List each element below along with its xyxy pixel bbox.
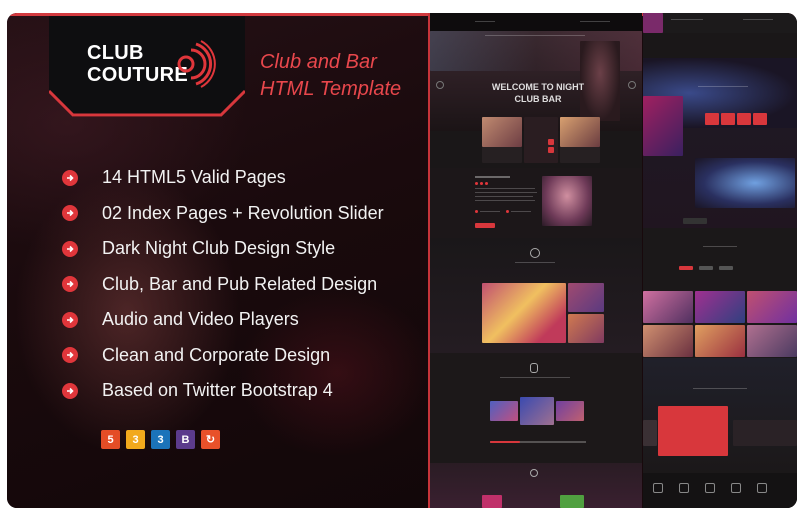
preview-testimonials (643, 358, 797, 473)
html5-icon: 5 (101, 430, 120, 449)
arrow-circle-icon (62, 382, 78, 399)
preview-hero: WELCOME TO NIGHT CLUB BAR (430, 31, 642, 131)
preview-club-gallery (643, 228, 797, 358)
tagline: Club and Bar HTML Template (260, 49, 420, 103)
logo-swirl-icon (177, 40, 216, 88)
preview-music (430, 353, 642, 463)
template-banner: CLUB COUTURE Club and Bar HTML Template … (7, 13, 797, 508)
feature-label: Dark Night Club Design Style (102, 238, 336, 259)
feature-item: Based on Twitter Bootstrap 4 (62, 373, 384, 409)
preview-about (430, 168, 642, 238)
arrow-circle-icon (62, 276, 78, 293)
homepage-preview: WELCOME TO NIGHT CLUB BAR (430, 13, 642, 508)
inner-page-preview (643, 13, 797, 508)
technology-icons: 5 3 3 B ↻ (101, 430, 220, 449)
feature-label: Club, Bar and Pub Related Design (102, 273, 378, 294)
arrow-circle-icon (62, 240, 78, 257)
arrow-circle-icon (62, 311, 78, 328)
preview-footer (643, 473, 797, 508)
preview-topbar (430, 13, 642, 31)
feature-list: 14 HTML5 Valid Pages 02 Index Pages + Re… (62, 160, 384, 409)
preview-hero-title-2: CLUB BAR (514, 94, 562, 104)
arrow-circle-icon (62, 169, 78, 186)
tagline-line-1: Club and Bar (260, 51, 377, 73)
bootstrap-icon: B (176, 430, 195, 449)
feature-label: 02 Index Pages + Revolution Slider (102, 202, 384, 223)
preview-event-cards (430, 117, 642, 167)
arrow-circle-icon (62, 347, 78, 364)
feature-label: 14 HTML5 Valid Pages (102, 167, 286, 188)
feature-item: Dark Night Club Design Style (62, 231, 384, 267)
feature-item: 14 HTML5 Valid Pages (62, 160, 384, 196)
preview-hero-title-1: WELCOME TO NIGHT (491, 82, 585, 92)
preview-upcoming (430, 463, 642, 508)
feature-item: Audio and Video Players (62, 302, 384, 338)
refresh-icon: ↻ (201, 430, 220, 449)
preview-events (643, 58, 797, 228)
intro-panel: CLUB COUTURE Club and Bar HTML Template … (7, 13, 428, 508)
tagline-line-2: HTML Template (260, 78, 402, 100)
feature-label: Audio and Video Players (102, 309, 299, 330)
arrow-circle-icon (62, 205, 78, 222)
feature-label: Based on Twitter Bootstrap 4 (102, 380, 333, 401)
css3-icon: 3 (126, 430, 145, 449)
feature-item: Club, Bar and Pub Related Design (62, 267, 384, 303)
css3-alt-icon: 3 (151, 430, 170, 449)
feature-item: 02 Index Pages + Revolution Slider (62, 196, 384, 232)
preview-gallery (430, 238, 642, 353)
feature-label: Clean and Corporate Design (102, 344, 331, 365)
feature-item: Clean and Corporate Design (62, 338, 384, 374)
preview-strip (643, 13, 797, 33)
